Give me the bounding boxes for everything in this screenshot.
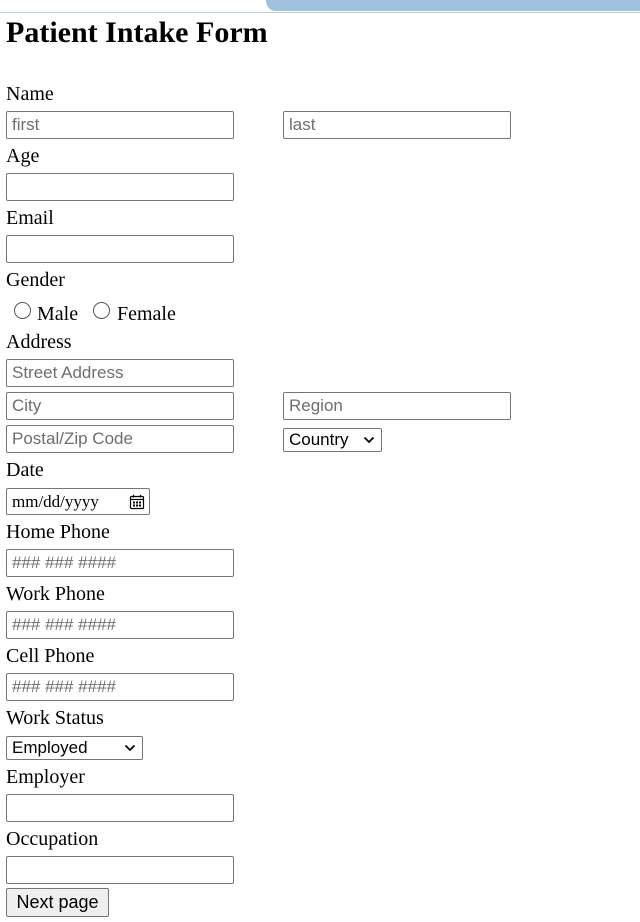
- gender-male-radio[interactable]: [14, 302, 31, 319]
- name-label: Name: [6, 83, 54, 105]
- email-input[interactable]: [6, 235, 234, 263]
- work-status-select[interactable]: Employed: [6, 736, 143, 760]
- gender-label: Gender: [6, 269, 65, 291]
- top-divider: [0, 12, 640, 13]
- country-select-value: Country: [289, 430, 349, 449]
- region-input[interactable]: Region: [283, 392, 511, 420]
- gender-female-radio[interactable]: [93, 302, 110, 319]
- chevron-down-icon: [363, 436, 375, 444]
- home-phone-label: Home Phone: [6, 521, 110, 543]
- chevron-down-icon: [124, 744, 136, 752]
- page-title: Patient Intake Form: [6, 16, 268, 49]
- gender-female-label: Female: [117, 303, 176, 325]
- work-status-select-value: Employed: [12, 738, 88, 757]
- occupation-input[interactable]: [6, 856, 234, 884]
- cell-phone-input[interactable]: ### ### ####: [6, 673, 234, 701]
- address-label: Address: [6, 331, 72, 353]
- date-input-placeholder: mm/dd/yyyy: [12, 492, 99, 511]
- browser-top-strip: [0, 0, 640, 13]
- postal-code-input[interactable]: Postal/Zip Code: [6, 425, 234, 453]
- next-page-button[interactable]: Next page: [6, 888, 109, 917]
- age-label: Age: [6, 145, 40, 167]
- work-phone-input[interactable]: ### ### ####: [6, 611, 234, 639]
- employer-label: Employer: [6, 766, 85, 788]
- country-select[interactable]: Country: [283, 428, 382, 452]
- date-label: Date: [6, 459, 44, 481]
- street-address-input[interactable]: Street Address: [6, 359, 234, 387]
- email-label: Email: [6, 207, 54, 229]
- occupation-label: Occupation: [6, 828, 99, 850]
- last-name-input[interactable]: last: [283, 111, 511, 139]
- date-input[interactable]: mm/dd/yyyy: [6, 488, 150, 515]
- work-status-label: Work Status: [6, 707, 104, 729]
- city-input[interactable]: City: [6, 392, 234, 420]
- first-name-input[interactable]: first: [6, 111, 234, 139]
- home-phone-input[interactable]: ### ### ####: [6, 549, 234, 577]
- gender-male-label: Male: [37, 303, 79, 325]
- employer-input[interactable]: [6, 794, 234, 822]
- age-input[interactable]: [6, 173, 234, 201]
- browser-tab-edge: [266, 0, 640, 11]
- cell-phone-label: Cell Phone: [6, 645, 95, 667]
- calendar-icon[interactable]: [129, 494, 145, 510]
- work-phone-label: Work Phone: [6, 583, 105, 605]
